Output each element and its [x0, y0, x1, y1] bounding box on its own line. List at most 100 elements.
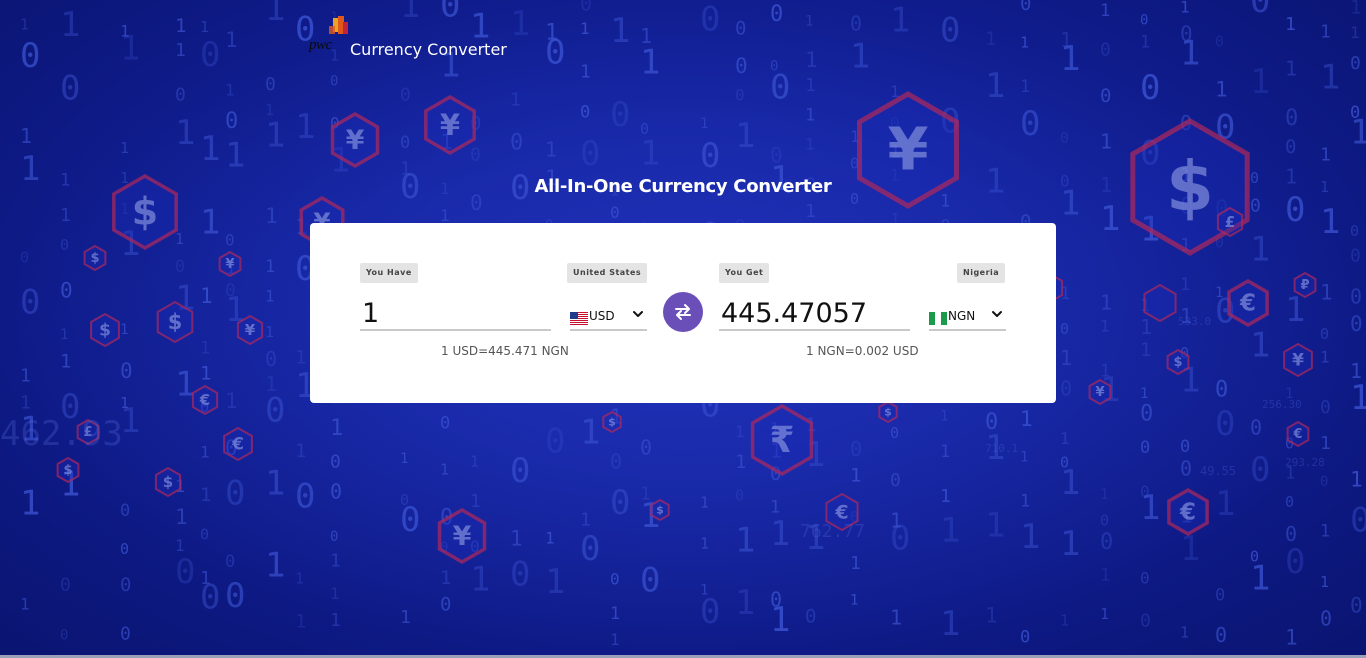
- bg-currency-glyph: ¥: [453, 521, 472, 552]
- bg-digit: 1: [265, 323, 274, 341]
- bg-digit: 1: [175, 40, 186, 61]
- bg-digit: 0: [1215, 32, 1224, 50]
- bg-digit: 0: [580, 134, 600, 174]
- bg-digit: 1: [1320, 144, 1331, 165]
- bg-digit: 1: [120, 322, 128, 338]
- to-currency-select[interactable]: NGN: [929, 303, 1006, 331]
- bg-digit: 0: [1140, 402, 1153, 427]
- bg-digit: 0: [225, 231, 235, 250]
- bg-digit: 1: [265, 545, 285, 585]
- bg-digit: 0: [1180, 456, 1192, 480]
- bg-digit: 1: [510, 526, 523, 550]
- bg-digit: 0: [770, 2, 783, 27]
- bg-digit: 1: [200, 338, 210, 358]
- bg-digit: 1: [295, 611, 306, 633]
- bg-digit: 1: [805, 201, 816, 222]
- from-currency-code: USD: [589, 309, 615, 323]
- bg-digit: 0: [1215, 377, 1228, 402]
- bg-currency-glyph: ₹: [769, 420, 794, 461]
- bg-number: 49.55: [1200, 464, 1236, 478]
- bg-digit: 1: [295, 569, 304, 587]
- bg-digit: 1: [470, 453, 479, 471]
- bg-digit: 1: [850, 36, 870, 76]
- bg-digit: 1: [510, 4, 530, 44]
- chevron-down-icon: [992, 311, 1002, 317]
- bg-hexagon: [1143, 283, 1177, 323]
- bg-number: 710.1: [985, 442, 1018, 455]
- bg-digit: 0: [545, 32, 565, 72]
- bg-digit: 0: [60, 236, 69, 254]
- bg-digit: 1: [60, 327, 68, 343]
- bg-digit: 1: [1020, 450, 1028, 466]
- bg-digit: 1: [1140, 315, 1152, 339]
- bg-digit: 0: [120, 501, 130, 521]
- bg-digit: 1: [120, 401, 140, 441]
- us-flag-icon: [570, 310, 588, 325]
- to-rate-text: 1 NGN=0.002 USD: [806, 344, 919, 358]
- bg-digit: 1: [985, 66, 1005, 106]
- bg-digit: 1: [1350, 113, 1366, 153]
- from-currency-select[interactable]: USD: [570, 303, 647, 331]
- bg-digit: 1: [265, 116, 285, 156]
- bg-digit: 1: [700, 535, 709, 553]
- bg-digit: 1: [890, 606, 902, 630]
- bg-digit: 1: [225, 81, 235, 100]
- bg-digit: 0: [610, 570, 620, 589]
- app-page: 1011001111110110011010011111110110000110…: [0, 0, 1366, 658]
- bg-digit: 0: [120, 359, 133, 383]
- bg-digit: 1: [580, 62, 591, 83]
- bg-digit: 0: [610, 203, 620, 222]
- bg-digit: 0: [60, 575, 71, 596]
- bg-digit: 1: [20, 124, 32, 148]
- bg-digit: 0: [330, 479, 342, 503]
- swap-currencies-button[interactable]: [663, 292, 703, 332]
- bg-digit: 0: [735, 487, 744, 505]
- bg-digit: 1: [1285, 626, 1298, 650]
- bg-currency-glyph: ¥: [440, 108, 460, 142]
- bg-currency-glyph: ¥: [346, 125, 365, 156]
- bg-digit: 0: [700, 0, 720, 40]
- bg-currency-glyph: ¥: [887, 115, 928, 184]
- bg-digit: 1: [735, 521, 755, 561]
- bg-digit: 0: [1100, 530, 1113, 555]
- bg-digit: 0: [265, 391, 285, 431]
- bg-digit: 1: [1020, 33, 1029, 51]
- bg-digit: 1: [1100, 605, 1109, 623]
- bg-digit: 1: [640, 134, 660, 174]
- bg-digit: 1: [60, 350, 71, 372]
- bg-digit: 1: [1100, 199, 1120, 239]
- bg-digit: 0: [1180, 437, 1190, 457]
- bg-digit: 0: [510, 451, 530, 491]
- bg-digit: 1: [1215, 78, 1228, 102]
- bg-digit: 1: [1350, 378, 1366, 418]
- bg-digit: 1: [1060, 524, 1080, 564]
- bg-digit: 1: [1350, 467, 1363, 491]
- swap-arrows-icon: [675, 304, 691, 320]
- bg-digit: 1: [20, 483, 40, 523]
- bg-digit: 1: [175, 15, 186, 37]
- bg-digit: 1: [940, 409, 948, 425]
- bg-digit: 1: [60, 5, 80, 45]
- bg-digit: 1: [1320, 573, 1329, 591]
- bg-digit: 1: [545, 562, 565, 602]
- bg-digit: 1: [200, 18, 209, 36]
- from-amount-input[interactable]: [360, 297, 551, 331]
- bg-digit: 1: [60, 205, 71, 226]
- bg-digit: 0: [1350, 246, 1361, 267]
- bg-digit: 1: [985, 28, 996, 50]
- bg-currency-glyph: $: [608, 416, 616, 429]
- bg-digit: 1: [175, 113, 195, 153]
- bg-digit: 1: [1100, 317, 1110, 336]
- to-amount-input[interactable]: [719, 297, 910, 331]
- bg-digit: 1: [225, 389, 238, 413]
- bg-digit: 1: [1100, 487, 1108, 503]
- bg-digit: 0: [440, 414, 450, 434]
- bg-digit: 1: [580, 19, 590, 38]
- bg-digit: 1: [700, 116, 708, 132]
- bg-digit: 0: [200, 577, 220, 617]
- bg-digit: 0: [640, 560, 660, 600]
- bg-digit: 1: [700, 493, 709, 511]
- bg-digit: 1: [1180, 34, 1200, 74]
- bg-digit: 1: [610, 604, 620, 624]
- brand-header[interactable]: pwc Currency Converter: [309, 14, 507, 60]
